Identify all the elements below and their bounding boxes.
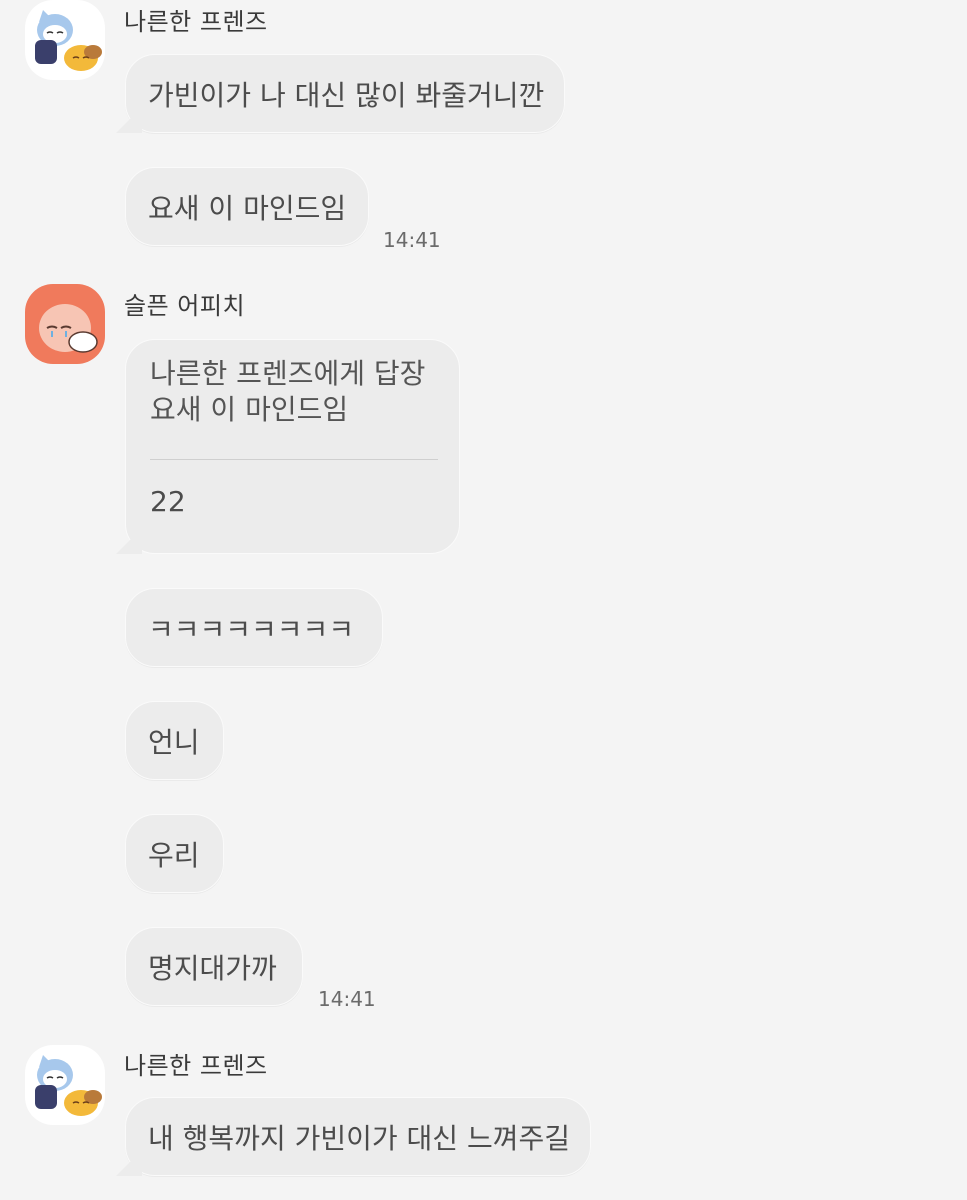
message-timestamp: 14:41 — [318, 987, 376, 1011]
message-bubble[interactable]: ㅋㅋㅋㅋㅋㅋㅋㅋ — [125, 588, 383, 667]
reply-divider — [150, 459, 438, 460]
message-bubble[interactable]: 가빈이가 나 대신 많이 봐줄거니깐 — [125, 54, 565, 133]
message-bubble[interactable]: 언니 — [125, 701, 224, 780]
sleeping-friends-avatar-icon[interactable] — [25, 1045, 105, 1125]
sleeping-friends-avatar-icon[interactable] — [25, 0, 105, 80]
sender-name: 나른한 프렌즈 — [124, 8, 268, 36]
message-text: ㅋㅋㅋㅋㅋㅋㅋㅋ — [148, 612, 355, 646]
reply-quoted-text: 요새 이 마인드임 — [150, 393, 349, 426]
reply-text: 22 — [150, 485, 186, 518]
sender-name: 나른한 프렌즈 — [124, 1052, 268, 1080]
sender-name: 슬픈 어피치 — [124, 292, 246, 320]
message-text: 가빈이가 나 대신 많이 봐줄거니깐 — [148, 78, 545, 112]
message-bubble[interactable]: 우리 — [125, 814, 224, 893]
reply-header: 나른한 프렌즈에게 답장 — [150, 357, 426, 390]
message-text: 요새 이 마인드임 — [148, 191, 347, 225]
message-text: 우리 — [148, 838, 200, 872]
message-bubble[interactable]: 명지대가까 — [125, 927, 303, 1006]
message-timestamp: 14:41 — [383, 228, 441, 252]
sad-apeach-avatar-icon[interactable] — [25, 284, 105, 364]
message-bubble[interactable]: 내 행복까지 가빈이가 대신 느껴주길 — [125, 1097, 591, 1176]
message-bubble[interactable]: 요새 이 마인드임 — [125, 167, 369, 246]
message-text: 명지대가까 — [148, 951, 277, 985]
reply-message-bubble[interactable]: 나른한 프렌즈에게 답장 요새 이 마인드임 22 — [125, 339, 460, 554]
message-text: 언니 — [148, 725, 200, 759]
message-text: 내 행복까지 가빈이가 대신 느껴주길 — [148, 1121, 571, 1155]
